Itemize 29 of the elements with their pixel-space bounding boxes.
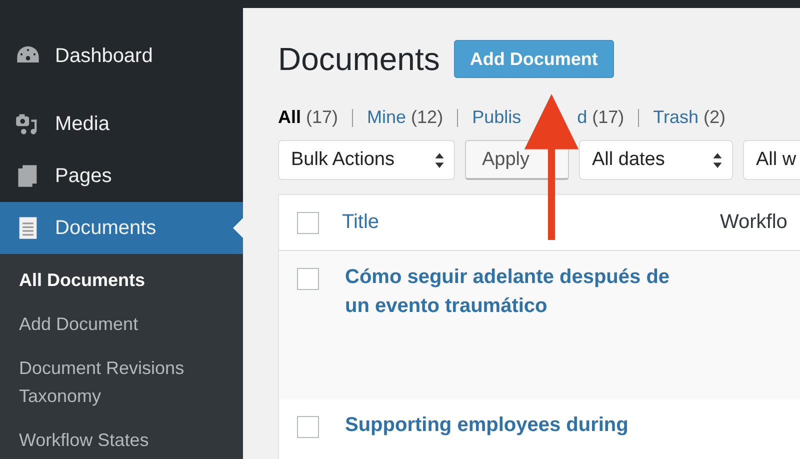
checkbox[interactable] [297,212,319,234]
submenu-item[interactable]: Add Document [19,310,219,338]
filter-link[interactable]: Trash [653,107,698,128]
sidebar-item[interactable]: Documents [0,202,243,254]
submenu-item[interactable]: All Documents [19,266,219,294]
filter-count: (12) [411,107,444,128]
sidebar-item[interactable]: Pages [0,150,243,202]
submenu-item[interactable]: Workflow States [19,426,219,454]
filter-count: (2) [703,107,726,128]
updown-icon [434,152,445,168]
updown-icon [712,152,723,168]
filter-select[interactable]: All w [743,140,800,180]
dates-select[interactable]: All dates [579,140,733,180]
filter-link[interactable]: Publis [472,107,522,128]
sidebar-item[interactable]: Dashboard [0,30,243,82]
filter-count: (17) [592,107,624,128]
checkbox[interactable] [297,416,319,438]
column-header: Workflo [720,211,788,234]
filter-link[interactable]: All [278,107,302,128]
bulk-actions-select[interactable]: Bulk Actions [278,140,455,180]
filter-link-fragment: d [577,107,588,128]
checkbox[interactable] [297,268,319,290]
filter-count: (17) [306,107,338,128]
sidebar-item[interactable]: Media [0,98,243,150]
submenu-item[interactable]: Document Revisions Taxonomy [19,354,219,410]
column-header[interactable]: Title [342,211,380,234]
document-title-link[interactable]: Supporting employees during [345,411,675,440]
filter-link[interactable]: Mine [367,107,406,128]
page-title: Documents [278,40,440,78]
